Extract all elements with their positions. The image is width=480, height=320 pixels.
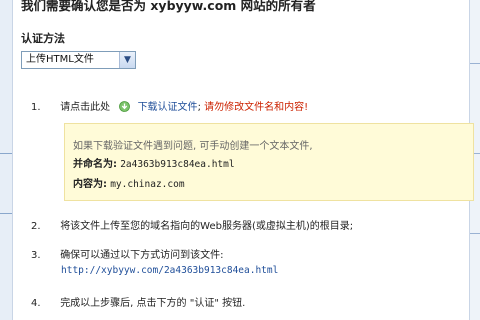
method-select[interactable]: 上传HTML文件 ▼ [21, 51, 136, 69]
background-divider [470, 63, 480, 64]
step-3-text: 确保可以通过以下方式访问到该文件: [60, 250, 224, 261]
step-2-text: 将该文件上传至您的域名指向的Web服务器(或虚拟主机)的根目录; [60, 221, 354, 232]
background-divider [0, 153, 12, 154]
manual-create-hint: 如果下载验证文件遇到问题, 可手动创建一个文本文件, 并命名为: 2a4363b… [64, 123, 474, 201]
hint-content-row: 内容为: my.chinaz.com [73, 175, 185, 190]
step-1-separator: ; [197, 102, 201, 113]
step-number: 2. [31, 221, 41, 232]
hint-content-value: my.chinaz.com [110, 179, 185, 190]
step-1-warning: 请勿修改文件名和内容! [204, 102, 309, 113]
hint-intro: 如果下载验证文件遇到问题, 可手动创建一个文本文件, [73, 141, 313, 152]
hint-filename-value: 2a4363b913c84ea.html [120, 159, 235, 170]
download-icon[interactable] [119, 101, 131, 112]
background-page-left [0, 0, 12, 320]
chevron-down-icon[interactable]: ▼ [119, 52, 135, 68]
method-label: 认证方法 [21, 32, 65, 45]
step-4-text: 完成以上步骤后, 点击下方的 "认证" 按钮. [60, 298, 246, 309]
download-verification-file-link[interactable]: 下载认证文件 [138, 102, 198, 113]
step-number: 3. [31, 250, 41, 261]
background-divider [0, 213, 12, 214]
hint-filename-row: 并命名为: 2a4363b913c84ea.html [73, 155, 235, 170]
hint-content-label: 内容为: [73, 179, 107, 190]
verification-url-link[interactable]: http://xybyyw.com/2a4363b913c84ea.html [61, 265, 278, 276]
background-divider [470, 233, 480, 234]
hint-filename-label: 并命名为: [73, 159, 117, 170]
step-number: 4. [31, 298, 41, 309]
step-1-prefix: 请点击此处 [60, 102, 111, 113]
step-4: 4. 完成以上步骤后, 点击下方的 "认证" 按钮. [31, 294, 245, 309]
method-select-value: 上传HTML文件 [26, 54, 94, 65]
dialog-title: 我们需要确认您是否为 xybyyw.com 网站的所有者 [21, 0, 316, 13]
step-2: 2. 将该文件上传至您的域名指向的Web服务器(或虚拟主机)的根目录; [31, 217, 353, 232]
step-3: 3. 确保可以通过以下方式访问到该文件: [31, 246, 224, 261]
step-1: 1. 请点击此处 下载认证文件; 请勿修改文件名和内容! [31, 98, 308, 113]
verification-dialog: 我们需要确认您是否为 xybyyw.com 网站的所有者 认证方法 上传HTML… [12, 0, 474, 320]
step-number: 1. [31, 102, 41, 113]
